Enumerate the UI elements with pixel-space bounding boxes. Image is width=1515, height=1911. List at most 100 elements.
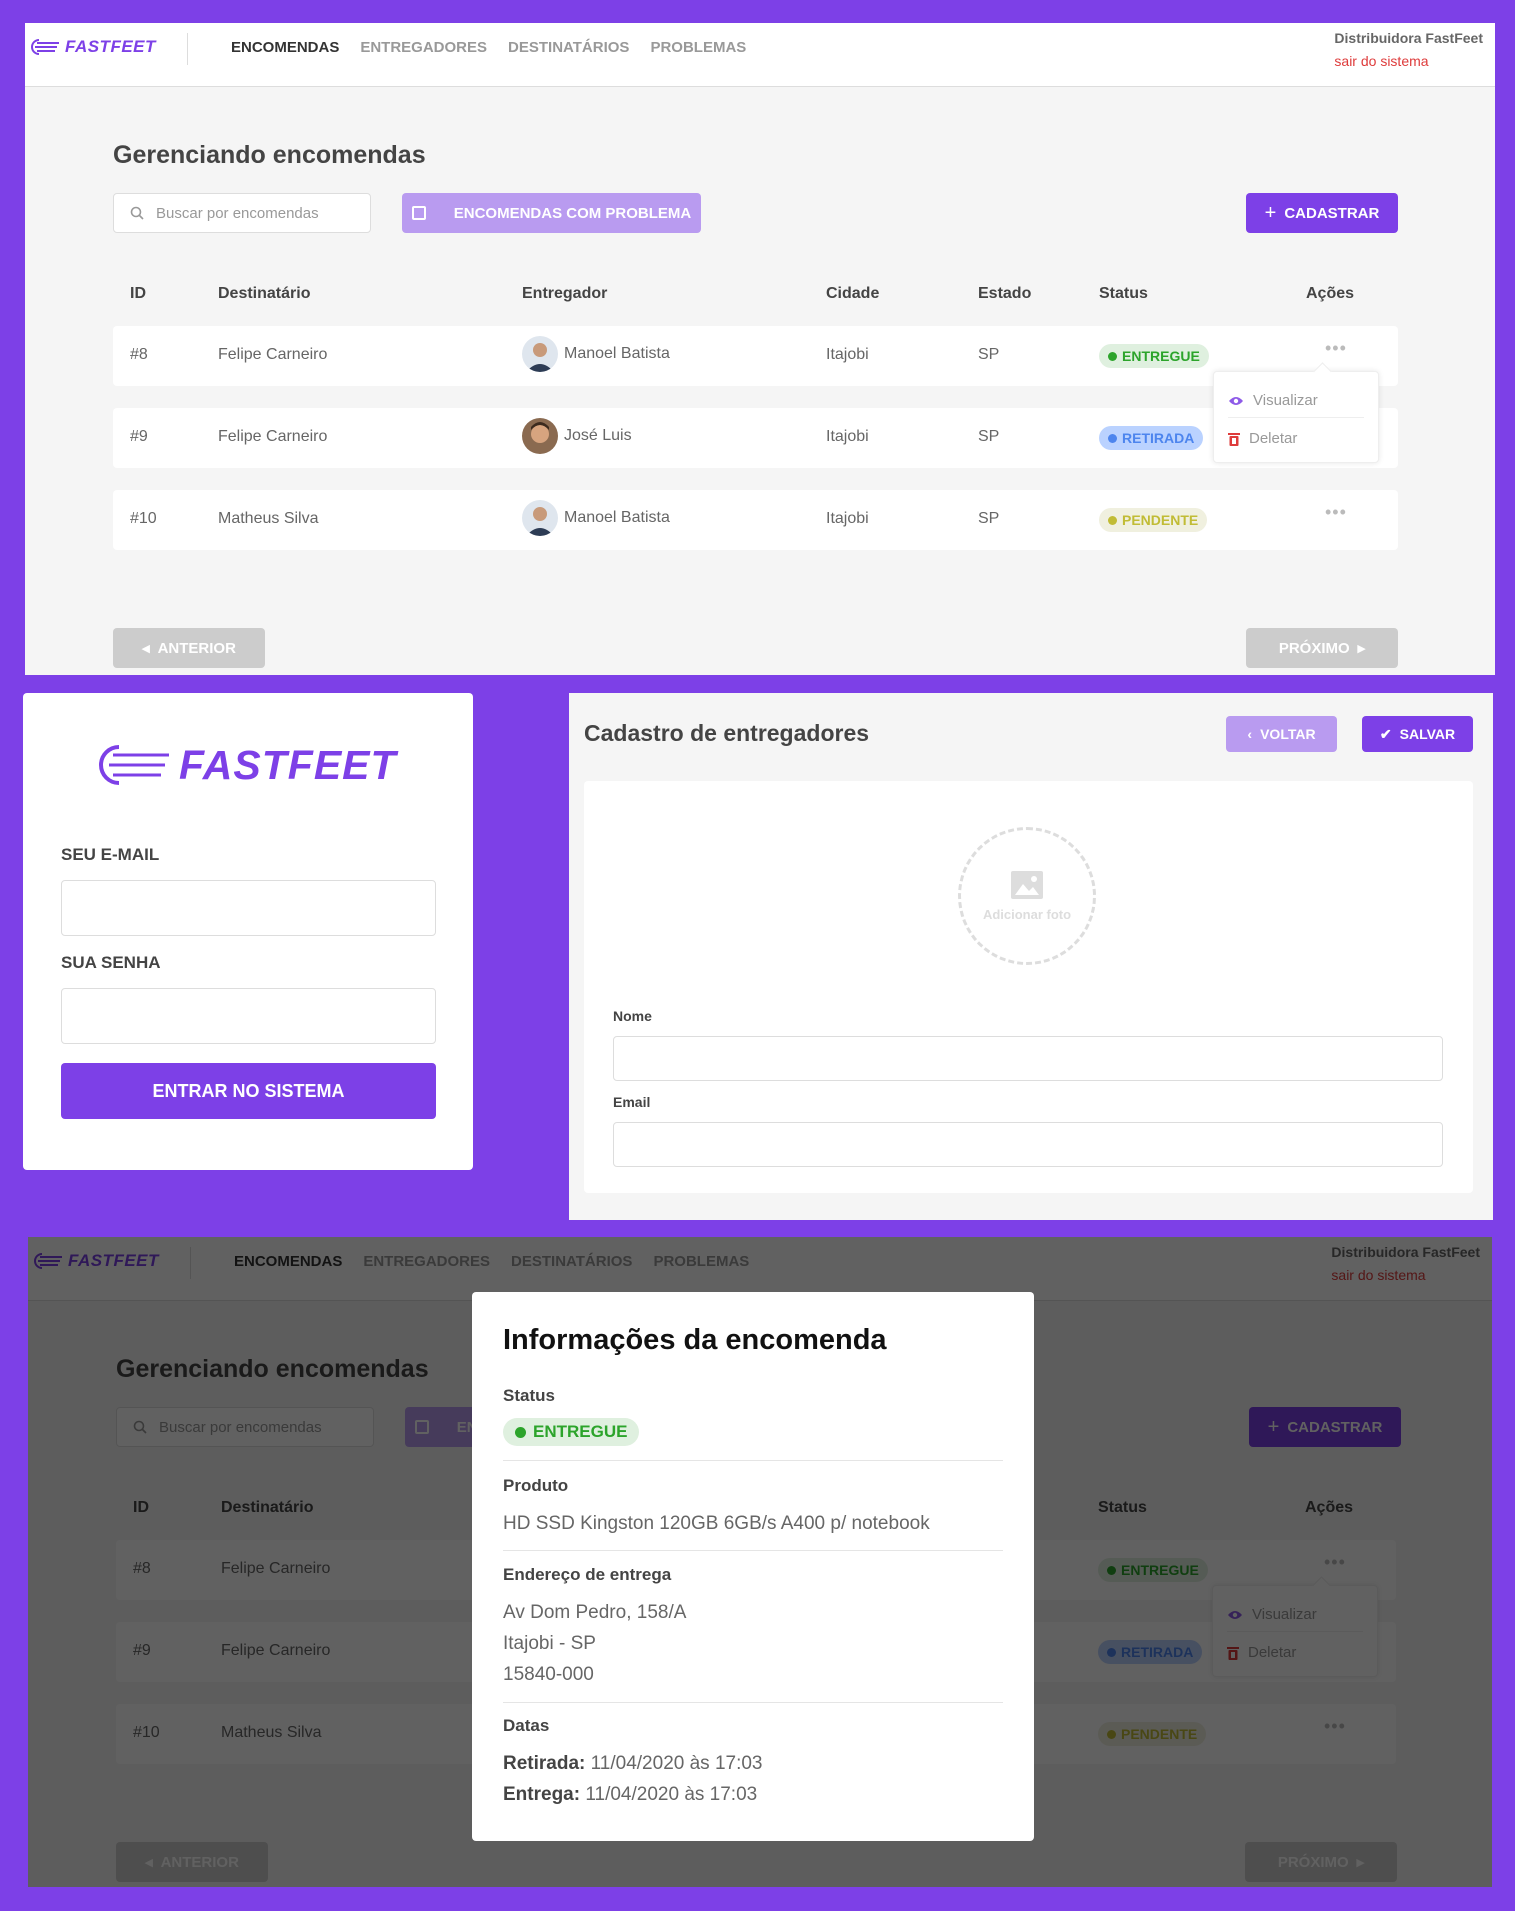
- form-card: Adicionar foto Nome Email: [584, 781, 1473, 1193]
- menu-label-visualizar: Visualizar: [1253, 392, 1318, 409]
- password-label: SUA SENHA: [61, 953, 161, 972]
- pickup-value: 11/04/2020 às 17:03: [590, 1753, 763, 1774]
- nav-entregadores[interactable]: ENTREGADORES: [360, 39, 487, 56]
- product-section: Produto HD SSD Kingston 120GB 6GB/s A400…: [503, 1476, 1003, 1539]
- name-label: Nome: [613, 1008, 652, 1024]
- status-label: ENTREGUE: [533, 1422, 628, 1441]
- recipient-name: Felipe Carneiro: [218, 428, 328, 445]
- delivery-value: 11/04/2020 às 17:03: [585, 1784, 758, 1805]
- avatar: [522, 336, 558, 372]
- state: SP: [978, 428, 1000, 445]
- col-entregador: Entregador: [522, 285, 608, 302]
- pickup-label: Retirada:: [503, 1753, 586, 1774]
- address-line: 15840-000: [503, 1664, 594, 1685]
- status-heading: Status: [503, 1386, 555, 1405]
- table-row: #10 Matheus Silva Manoel Batista Itajobi…: [113, 490, 1398, 550]
- search-placeholder: Buscar por encomendas: [156, 204, 319, 222]
- name-field[interactable]: [613, 1036, 1443, 1081]
- address-section: Endereço de entrega Av Dom Pedro, 158/A …: [503, 1565, 1003, 1690]
- order-id: #8: [130, 346, 148, 363]
- user-box: Distribuidora FastFeet sair do sistema: [1334, 27, 1483, 73]
- avatar: [522, 500, 558, 536]
- col-estado: Estado: [978, 285, 1032, 302]
- save-label: SALVAR: [1399, 726, 1456, 742]
- checkbox-icon: [411, 206, 426, 220]
- status-section: Status ENTREGUE: [503, 1386, 1003, 1446]
- col-status: Status: [1099, 285, 1148, 302]
- problem-filter-button[interactable]: ENCOMENDAS COM PROBLEMA: [402, 193, 701, 233]
- col-acoes: Ações: [1306, 285, 1355, 302]
- email-label: Email: [613, 1094, 651, 1110]
- avatar: [522, 418, 558, 454]
- login-button[interactable]: ENTRAR NO SISTEMA: [61, 1063, 436, 1119]
- menu-divider: [1228, 417, 1364, 418]
- nav-destinatarios[interactable]: DESTINATÁRIOS: [508, 39, 629, 56]
- save-button[interactable]: ✔ SALVAR: [1362, 716, 1473, 752]
- search-input[interactable]: Buscar por encomendas: [113, 193, 371, 233]
- chevron-left-icon: ‹: [1247, 726, 1253, 742]
- orders-screen: FASTFEET ENCOMENDAS ENTREGADORES DESTINA…: [25, 23, 1495, 675]
- logo-icon: [99, 745, 169, 785]
- recipient-name: Matheus Silva: [218, 510, 319, 527]
- deliveryman-name: José Luis: [564, 427, 632, 444]
- address-line: Av Dom Pedro, 158/A: [503, 1602, 687, 1623]
- divider: [503, 1550, 1003, 1551]
- nav-problemas[interactable]: PROBLEMAS: [650, 39, 746, 56]
- deliveryman-cell: Manoel Batista: [522, 336, 670, 372]
- main-nav: ENCOMENDAS ENTREGADORES DESTINATÁRIOS PR…: [231, 39, 746, 56]
- fastfeet-logo: FASTFEET: [91, 737, 397, 793]
- state: SP: [978, 346, 1000, 363]
- login-card: FASTFEET SEU E-MAIL SUA SENHA ENTRAR NO …: [23, 693, 473, 1170]
- status-dot-icon: [1108, 433, 1117, 443]
- password-field[interactable]: [61, 988, 436, 1044]
- menu-label-deletar: Deletar: [1249, 430, 1298, 447]
- city: Itajobi: [826, 346, 869, 363]
- menu-item-deletar[interactable]: Deletar: [1228, 430, 1297, 447]
- status-label: ENTREGUE: [1122, 348, 1200, 364]
- more-actions-icon[interactable]: •••: [1325, 502, 1347, 523]
- deliveryman-name: Manoel Batista: [564, 345, 670, 362]
- email-field[interactable]: [61, 880, 436, 936]
- deliveryman-cell: José Luis: [522, 418, 632, 454]
- next-page-button[interactable]: PRÓXIMO ▸: [1246, 628, 1398, 668]
- table-row: #8 Felipe Carneiro Manoel Batista Itajob…: [113, 326, 1398, 386]
- user-name: Distribuidora FastFeet: [1334, 30, 1483, 46]
- status-badge: ENTREGUE: [1099, 344, 1209, 368]
- logout-link[interactable]: sair do sistema: [1334, 50, 1483, 73]
- back-label: VOLTAR: [1260, 726, 1316, 742]
- back-button[interactable]: ‹ VOLTAR: [1226, 716, 1337, 752]
- photo-label: Adicionar foto: [982, 906, 1072, 922]
- divider: [503, 1702, 1003, 1703]
- product-heading: Produto: [503, 1476, 569, 1495]
- photo-upload[interactable]: Adicionar foto: [958, 827, 1096, 965]
- fastfeet-logo[interactable]: FASTFEET: [27, 37, 156, 57]
- status-dot-icon: [515, 1426, 526, 1438]
- delivery-date: Entrega: 11/04/2020 às 17:03: [503, 1779, 1003, 1810]
- address-heading: Endereço de entrega: [503, 1565, 672, 1584]
- chevron-left-icon: ◂: [142, 640, 150, 657]
- cadastrar-button[interactable]: + CADASTRAR: [1246, 193, 1398, 233]
- actions-menu: Visualizar Deletar: [1213, 371, 1379, 463]
- email-label: SEU E-MAIL: [61, 845, 160, 864]
- trash-icon: [1228, 432, 1240, 446]
- logo-text: FASTFEET: [179, 741, 397, 788]
- deliveryman-name: Manoel Batista: [564, 509, 670, 526]
- status-badge: PENDENTE: [1099, 508, 1208, 532]
- previous-label: ANTERIOR: [157, 639, 236, 657]
- dates-section: Datas Retirada: 11/04/2020 às 17:03 Entr…: [503, 1716, 1003, 1810]
- header-divider: [187, 33, 188, 65]
- product-name: HD SSD Kingston 120GB 6GB/s A400 p/ note…: [503, 1513, 930, 1534]
- nav-encomendas[interactable]: ENCOMENDAS: [231, 39, 339, 56]
- email-field[interactable]: [613, 1122, 1443, 1167]
- menu-item-visualizar[interactable]: Visualizar: [1228, 392, 1318, 409]
- delivery-label: Entrega:: [503, 1784, 581, 1805]
- address-line: Itajobi - SP: [503, 1633, 596, 1654]
- cadastrar-label: CADASTRAR: [1284, 204, 1380, 222]
- more-actions-icon[interactable]: •••: [1325, 338, 1347, 359]
- previous-page-button[interactable]: ◂ ANTERIOR: [113, 628, 265, 668]
- modal-title: Informações da encomenda: [503, 1324, 887, 1356]
- status-label: RETIRADA: [1122, 430, 1195, 446]
- next-label: PRÓXIMO: [1278, 639, 1350, 657]
- page-title: Gerenciando encomendas: [113, 141, 426, 169]
- recipient-name: Felipe Carneiro: [218, 346, 328, 363]
